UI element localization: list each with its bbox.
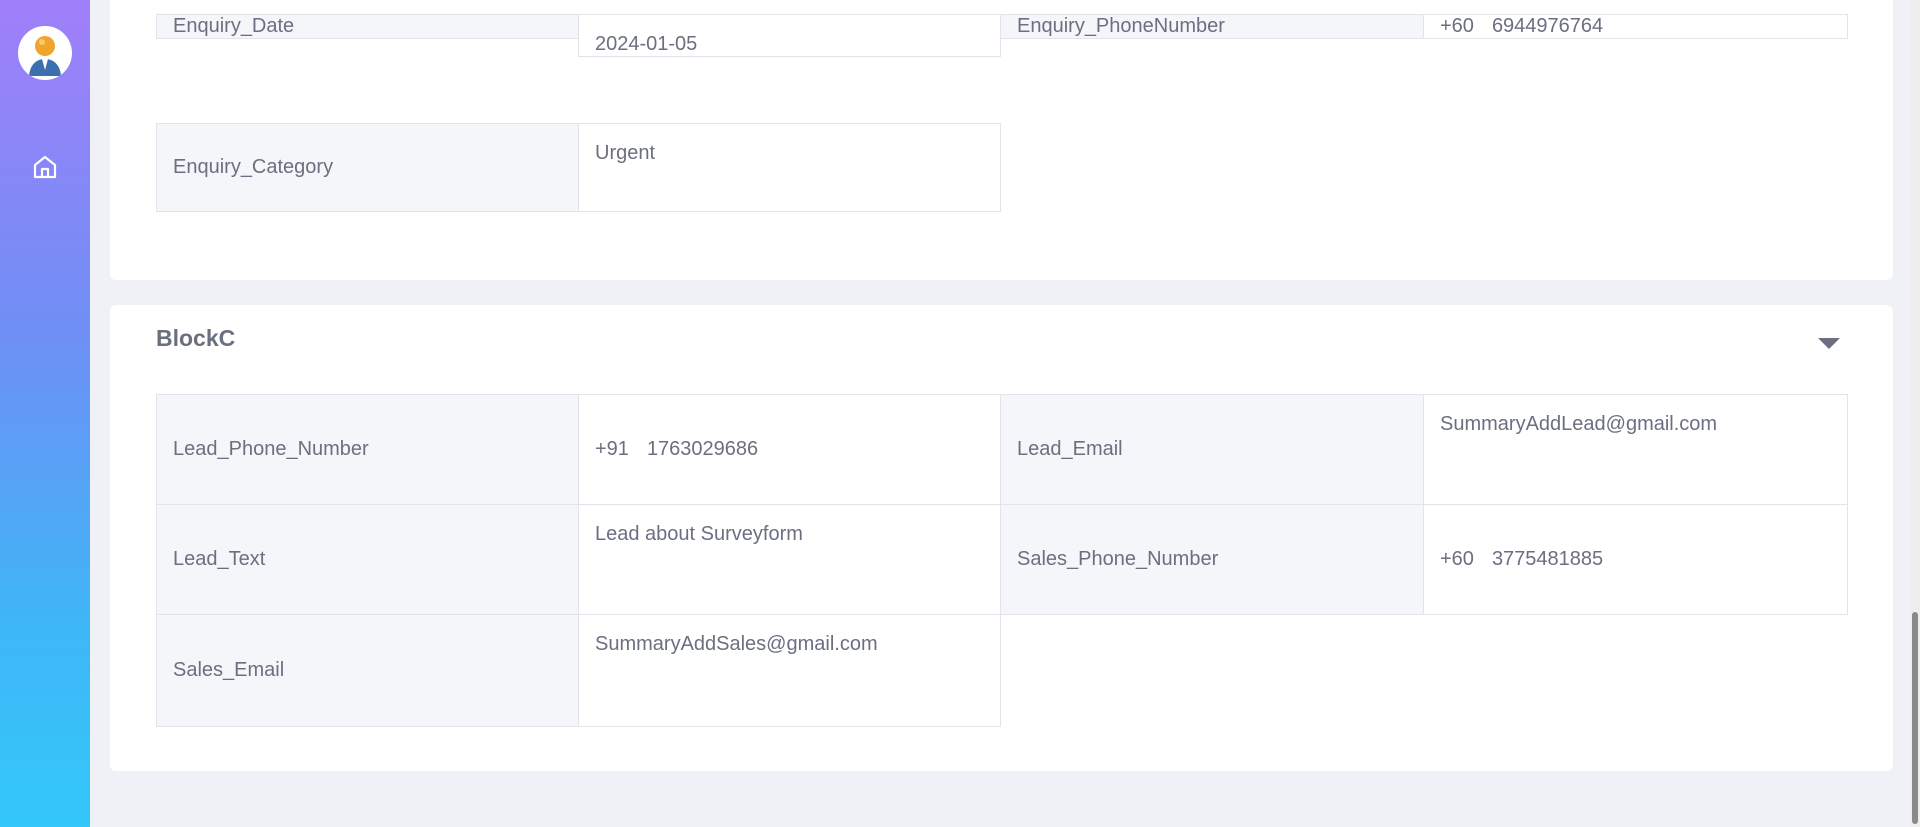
home-icon[interactable] [31,153,59,181]
lead-phone-number-value: +91 1763029686 [578,394,1001,505]
block-b-card: Enquiry_Date 2024-01-05 Enquiry_PhoneNum… [110,0,1893,280]
lead-text-label: Lead_Text [156,504,579,615]
sales-email-label: Sales_Email [156,614,579,727]
user-avatar[interactable] [18,26,72,80]
block-c-card: BlockC Lead_Phone_Number +91 1763029686 … [110,305,1893,771]
country-code: +60 [1440,15,1474,37]
main-content: Enquiry_Date 2024-01-05 Enquiry_PhoneNum… [90,0,1910,827]
phone-number: 6944976764 [1491,15,1604,37]
phone-number: 3775481885 [1491,548,1604,570]
sales-email-value: SummaryAddSales@gmail.com [578,614,1001,727]
sidebar [0,0,90,827]
enquiry-phonenumber-label: Enquiry_PhoneNumber [1000,14,1424,39]
country-code: +60 [1440,548,1474,570]
lead-text-value: Lead about Surveyform [578,504,1001,615]
lead-email-value: SummaryAddLead@gmail.com [1423,394,1848,505]
lead-email-label: Lead_Email [1000,394,1424,505]
sales-phone-number-value: +60 3775481885 [1423,504,1848,615]
phone-number: 1763029686 [646,438,759,460]
scrollbar-thumb[interactable] [1912,612,1918,824]
enquiry-category-value: Urgent [578,123,1001,212]
enquiry-date-label: Enquiry_Date [156,14,579,39]
enquiry-category-label: Enquiry_Category [156,123,579,212]
vertical-scrollbar[interactable] [1910,0,1920,827]
enquiry-phonenumber-value: +60 6944976764 [1423,14,1848,39]
lead-phone-number-label: Lead_Phone_Number [156,394,579,505]
block-c-title: BlockC [156,325,236,351]
caret-down-icon[interactable] [1818,338,1840,349]
sales-phone-number-label: Sales_Phone_Number [1000,504,1424,615]
country-code: +91 [595,438,629,460]
enquiry-date-value: 2024-01-05 [578,14,1001,57]
